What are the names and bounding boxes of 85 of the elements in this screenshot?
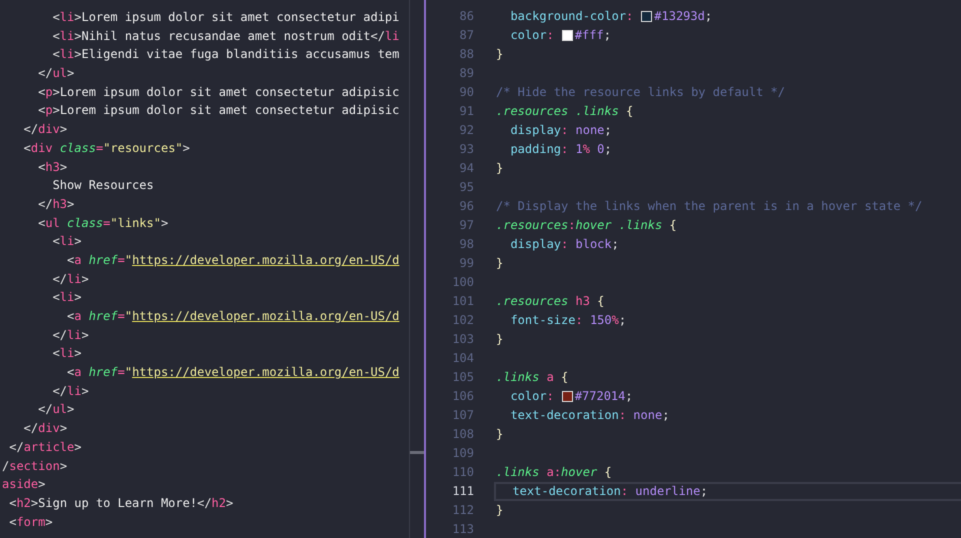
code-line: font-size: 150%; [509,312,626,329]
color-swatch-icon[interactable] [641,11,652,22]
line-number: 103 [452,332,474,346]
code-line: aside> [2,476,46,494]
code-line: </li> [52,270,89,288]
line-number: 93 [460,142,474,156]
code-line: <li>Nihil natus recusandae amet nostrum odit</li [52,28,400,45]
code-line: <a href="https://developer.mozilla.org/en-US/d [66,308,400,325]
code-line: .links a { [496,369,568,386]
code-line: /section> [2,458,68,474]
line-number: 106 [452,389,474,403]
code-line: text-decoration: underline; [511,483,708,500]
line-number: 99 [460,256,474,270]
code-line: } [496,255,504,272]
code-line: <h3> [37,158,68,176]
line-number: 98 [460,237,474,251]
line-number: 91 [460,104,474,118]
code-line: </li> [52,382,89,400]
code-line: <li>Lorem ipsum dolor sit amet consectetur adipi [52,9,400,26]
code-line: display: none; [509,122,612,139]
line-number: 105 [452,370,474,384]
code-line: <form> [8,514,53,531]
line-number: 113 [452,522,474,536]
code-line: /* Display the links when the parent is in a hover state */ [496,198,922,215]
code-line: <li> [52,289,82,306]
code-line: #772014; [574,388,633,405]
line-number: 92 [460,123,474,137]
color-swatch-icon[interactable] [562,391,573,402]
line-number: 110 [452,465,474,479]
code-line: color: [509,27,554,44]
code-line: Show Resources [52,177,154,194]
code-line: text-decoration: none; [509,407,670,424]
code-line: <div class="resources"> [22,140,190,157]
code-line: } [496,331,504,348]
code-line: } [496,502,504,519]
code-line: <li>Eligendi vitae fuga blanditiis accusamus tem [52,46,400,64]
code-line: color: [509,388,554,405]
line-number: 102 [452,313,474,327]
code-line: <h2>Sign up to Learn More!</h2> [8,494,234,512]
line-number: 90 [460,85,474,99]
code-line: </div> [22,121,68,138]
code-line: </li> [52,326,89,344]
line-number: 89 [460,66,474,80]
code-line: <p>Lorem ipsum dolor sit amet consectetur adipisic [37,102,400,120]
line-number: 100 [452,275,474,289]
code-line: } [496,426,504,443]
code-line: display: block; [509,236,619,253]
line-number: 107 [452,408,474,422]
code-line: .resources:hover .links { [496,217,677,234]
code-line: } [496,160,504,177]
code-line: #13293d; [654,8,712,25]
code-line: </div> [22,420,68,438]
code-line: /* Hide the resource links by default */ [496,84,785,101]
code-line: <a href="https://developer.mozilla.org/en-US/d [66,252,400,269]
code-line: </article> [8,438,82,456]
line-number: 87 [460,28,474,42]
line-number: 109 [452,446,474,460]
line-number: 96 [460,199,474,213]
code-line: </h3> [37,196,74,213]
color-swatch-icon[interactable] [562,30,573,41]
line-number: 112 [452,503,474,517]
code-line: .resources h3 { [496,293,604,310]
code-line: padding: 1% 0; [509,141,612,158]
line-number: 101 [452,294,474,308]
code-line: #fff; [574,27,611,44]
line-number: 94 [460,161,474,175]
code-line: } [496,46,504,63]
line-number: 86 [460,9,474,23]
code-line: <li> [52,345,82,362]
code-line: </ul> [37,401,74,418]
code-line: background-color: [509,8,634,25]
code-line: <li> [52,233,82,250]
line-number: 111 [452,484,474,498]
line-number: 104 [452,351,474,365]
line-number: 108 [452,427,474,441]
line-number: 88 [460,47,474,61]
code-line: <ul class="links"> [37,214,168,232]
scrollbar-thumb[interactable] [410,451,424,454]
code-line: .links a:hover { [496,464,612,481]
line-number: 97 [460,218,474,232]
line-number: 95 [460,180,474,194]
code-line: <p>Lorem ipsum dolor sit amet consectetur adipisic [37,84,400,101]
code-line: .resources .links { [496,103,634,120]
code-line: <a href="https://developer.mozilla.org/en-US/d [66,364,400,382]
code-line: </ul> [37,65,74,82]
